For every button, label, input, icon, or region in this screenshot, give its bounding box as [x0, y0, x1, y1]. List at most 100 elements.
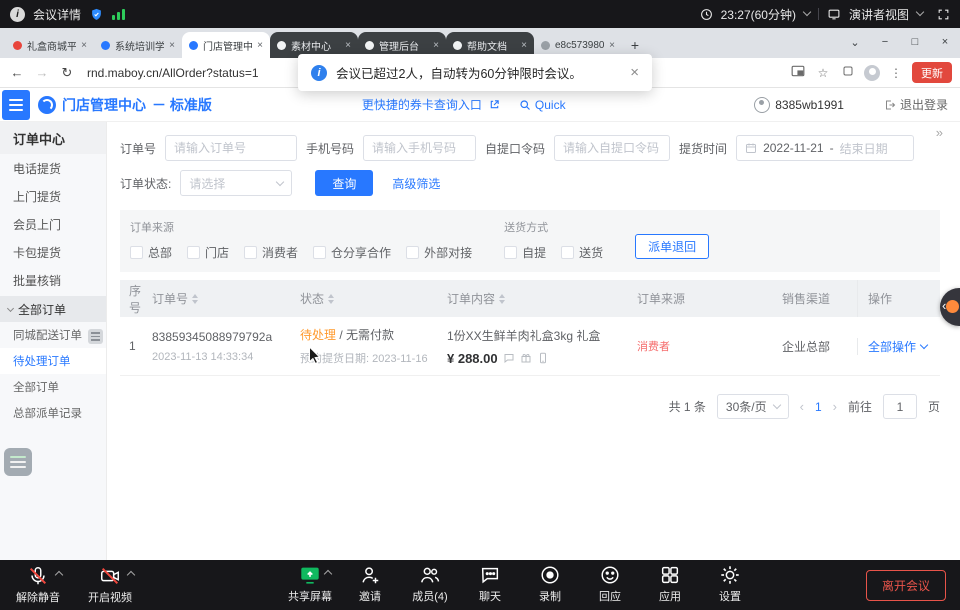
quick-entry-link[interactable]: 更快捷的券卡查询入口: [362, 96, 482, 113]
date-range-picker[interactable]: 2022-11-21 - 结束日期: [736, 135, 914, 161]
chevron-up-icon[interactable]: [55, 571, 63, 579]
phone-icon[interactable]: [537, 352, 549, 364]
tab-close-icon[interactable]: ×: [257, 40, 263, 51]
tab-close-icon[interactable]: ×: [433, 40, 439, 51]
checkbox-source-consumer[interactable]: 消费者: [244, 244, 298, 261]
checkbox-icon[interactable]: [187, 246, 200, 259]
col-header-status[interactable]: 状态: [300, 290, 447, 307]
gift-icon[interactable]: [520, 352, 532, 364]
unmute-button[interactable]: 解除静音: [12, 565, 64, 605]
goto-page-input[interactable]: [883, 394, 917, 419]
forward-icon[interactable]: →: [33, 65, 51, 80]
invite-button[interactable]: 邀请: [347, 564, 393, 604]
chat-bubble-icon[interactable]: [503, 352, 515, 364]
extensions-icon[interactable]: [839, 65, 857, 80]
browser-tab[interactable]: 系统培训学习 ×: [94, 32, 182, 58]
search-button[interactable]: 查询: [315, 170, 373, 196]
meeting-info-icon[interactable]: i: [10, 7, 25, 22]
col-header-content[interactable]: 订单内容: [447, 290, 637, 307]
checkbox-delivery-selfpickup[interactable]: 自提: [504, 244, 546, 261]
view-dropdown-icon[interactable]: [916, 8, 924, 16]
checkbox-icon[interactable]: [504, 246, 517, 259]
window-close-button[interactable]: ×: [930, 28, 960, 56]
sidebar-item-card-pickup[interactable]: 卡包提货: [0, 238, 106, 266]
sidebar-item-batch-verify[interactable]: 批量核销: [0, 266, 106, 294]
pip-icon[interactable]: [789, 65, 807, 80]
sidebar-item-all-orders[interactable]: 全部订单: [0, 374, 106, 400]
sidebar-item-hq-dispatch-records[interactable]: 总部派单记录: [0, 400, 106, 426]
pickup-code-input[interactable]: [554, 135, 670, 161]
sort-icon[interactable]: [328, 294, 334, 304]
sort-icon[interactable]: [499, 294, 505, 304]
checkbox-source-external[interactable]: 外部对接: [406, 244, 472, 261]
sort-icon[interactable]: [192, 294, 198, 304]
checkbox-source-hq[interactable]: 总部: [130, 244, 172, 261]
next-page-icon[interactable]: ›: [833, 399, 837, 414]
meeting-details-label[interactable]: 会议详情: [33, 6, 81, 23]
chevron-up-icon[interactable]: [324, 570, 332, 578]
tab-close-icon[interactable]: ×: [169, 40, 175, 51]
end-date-placeholder[interactable]: 结束日期: [840, 140, 888, 157]
sidebar-item-member-visit[interactable]: 会员上门: [0, 210, 106, 238]
browser-menu-icon[interactable]: ⋮: [887, 66, 905, 80]
start-video-button[interactable]: 开启视频: [84, 565, 136, 605]
toast-close-icon[interactable]: ×: [630, 64, 639, 81]
quick-label[interactable]: Quick: [535, 98, 566, 112]
tab-search-icon[interactable]: ⌄: [840, 28, 870, 56]
page-size-select[interactable]: 30条/页: [717, 394, 789, 419]
browser-tab-active[interactable]: 门店管理中心 ×: [182, 32, 270, 58]
checkbox-icon[interactable]: [313, 246, 326, 259]
reactions-button[interactable]: 回应: [587, 564, 633, 604]
sidebar-item-pending-orders[interactable]: 待处理订单: [0, 348, 106, 374]
chevron-up-icon[interactable]: [127, 571, 135, 579]
page-number-current[interactable]: 1: [815, 400, 822, 414]
refresh-icon[interactable]: ↻: [58, 65, 76, 81]
fullscreen-icon[interactable]: [937, 8, 950, 21]
checkbox-delivery-ship[interactable]: 送货: [561, 244, 603, 261]
dispatch-return-button[interactable]: 派单退回: [635, 234, 709, 259]
all-actions-dropdown[interactable]: 全部操作: [868, 338, 927, 355]
col-header-order-no[interactable]: 订单号: [152, 290, 300, 307]
window-maximize-button[interactable]: □: [900, 28, 930, 56]
table-row[interactable]: 1 83859345088979792a 2023-11-13 14:33:34…: [120, 317, 940, 376]
record-button[interactable]: 录制: [527, 564, 573, 604]
checkbox-icon[interactable]: [244, 246, 257, 259]
tab-close-icon[interactable]: ×: [345, 40, 351, 51]
order-no-input[interactable]: [165, 135, 297, 161]
members-button[interactable]: 成员(4): [407, 564, 453, 604]
user-account[interactable]: 8385wb1991: [754, 97, 844, 113]
start-date-value[interactable]: 2022-11-21: [763, 141, 824, 155]
browser-tab[interactable]: 礼盒商城平台管理中心 ×: [6, 32, 94, 58]
security-shield-icon[interactable]: [89, 7, 104, 22]
order-status-select[interactable]: 请选择: [180, 170, 292, 196]
checkbox-icon[interactable]: [561, 246, 574, 259]
sidebar-drag-handle-icon[interactable]: [88, 329, 103, 344]
bookmark-star-icon[interactable]: ☆: [814, 66, 832, 80]
meeting-timer[interactable]: 23:27(60分钟): [721, 6, 796, 23]
window-minimize-button[interactable]: −: [870, 28, 900, 56]
hamburger-menu-icon[interactable]: [2, 90, 30, 120]
settings-button[interactable]: 设置: [707, 564, 753, 604]
apps-button[interactable]: 应用: [647, 564, 693, 604]
view-mode-label[interactable]: 演讲者视图: [849, 6, 909, 23]
checkbox-source-warehouse-coop[interactable]: 仓分享合作: [313, 244, 391, 261]
tab-close-icon[interactable]: ×: [521, 40, 527, 51]
back-icon[interactable]: ←: [8, 65, 26, 80]
tab-close-icon[interactable]: ×: [609, 40, 615, 51]
checkbox-icon[interactable]: [406, 246, 419, 259]
quick-search[interactable]: Quick: [519, 98, 566, 112]
checkbox-icon[interactable]: [130, 246, 143, 259]
prev-page-icon[interactable]: ‹: [800, 399, 804, 414]
logout-button[interactable]: 退出登录: [884, 96, 948, 113]
sidebar-item-door-pickup[interactable]: 上门提货: [0, 182, 106, 210]
quick-entry[interactable]: 更快捷的券卡查询入口 Quick: [362, 96, 566, 113]
chat-button[interactable]: 聊天: [467, 564, 513, 604]
tab-close-icon[interactable]: ×: [81, 40, 87, 51]
browser-profile-avatar[interactable]: [864, 65, 880, 81]
timer-dropdown-icon[interactable]: [803, 8, 811, 16]
sidebar-group-all-orders[interactable]: 全部订单: [0, 296, 106, 322]
phone-input[interactable]: [363, 135, 476, 161]
browser-update-badge[interactable]: 更新: [912, 62, 952, 83]
collapse-chevrons-icon[interactable]: »: [936, 125, 943, 140]
advanced-filter-link[interactable]: 高级筛选: [392, 175, 440, 192]
